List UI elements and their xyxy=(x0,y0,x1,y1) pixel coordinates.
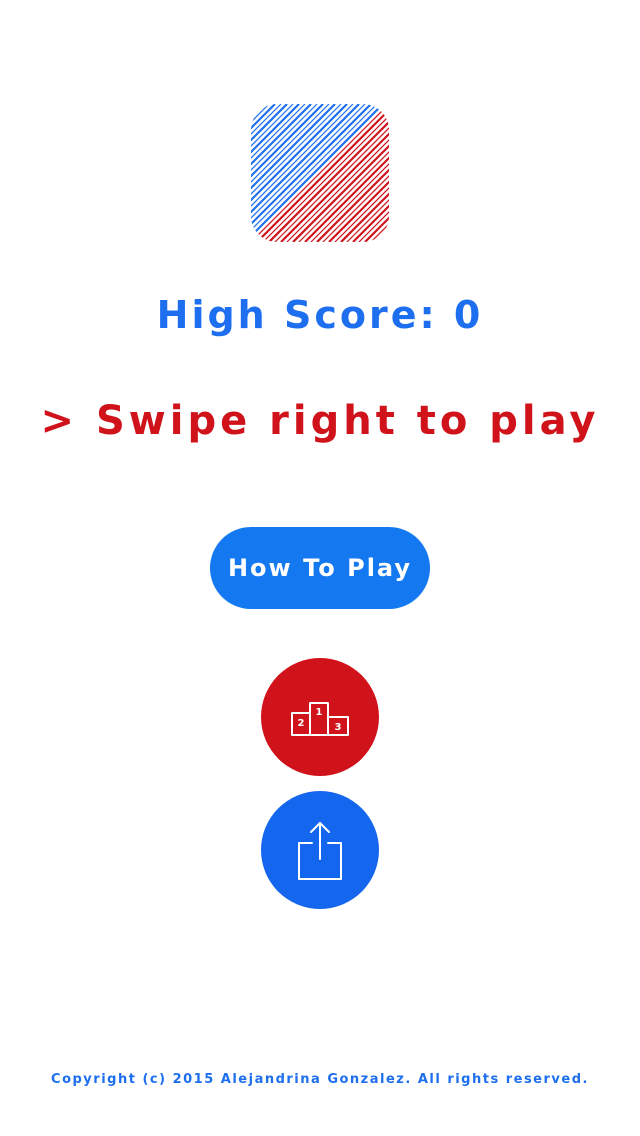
logo-stripe xyxy=(268,120,389,242)
logo-stripe xyxy=(251,104,288,142)
logo-stripe xyxy=(352,204,389,242)
diagonal-stripes-logo xyxy=(251,104,389,242)
podium-third-place: 3 xyxy=(335,722,342,733)
app-logo xyxy=(251,104,389,242)
swipe-prompt: > Swipe right to play xyxy=(40,398,600,444)
share-icon xyxy=(298,822,342,880)
how-to-play-button[interactable]: How To Play xyxy=(210,527,430,609)
podium-first-place: 1 xyxy=(316,707,323,718)
podium-second-place: 2 xyxy=(298,718,305,729)
leaderboard-button[interactable]: 1 2 3 xyxy=(261,658,379,776)
copyright-text: Copyright (c) 2015 Alejandrina Gonzalez.… xyxy=(51,1072,589,1087)
high-score-label: High Score: 0 xyxy=(156,293,484,337)
share-button[interactable] xyxy=(261,791,379,909)
logo-stripe xyxy=(304,156,389,242)
logo-stripe xyxy=(251,104,372,226)
podium-icon: 1 2 3 xyxy=(291,702,349,736)
logo-stripe xyxy=(251,104,336,190)
